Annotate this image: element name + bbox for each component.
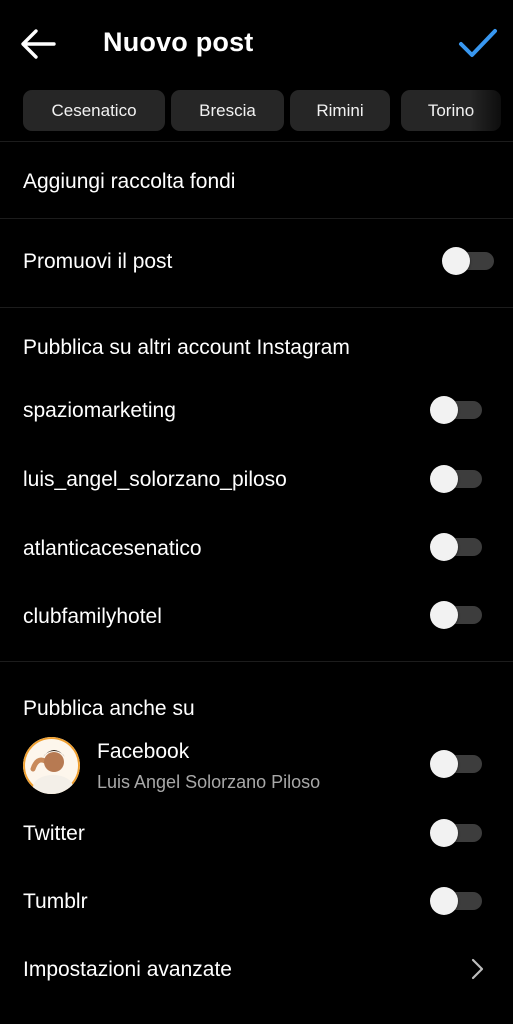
toggle-knob — [442, 247, 470, 275]
divider — [0, 661, 513, 662]
divider — [0, 218, 513, 219]
divider — [0, 307, 513, 308]
checkmark-icon — [459, 29, 497, 57]
new-post-screen: Nuovo post Cesenatico Brescia Rimini Tor… — [0, 0, 513, 1024]
other-accounts-heading: Pubblica su altri account Instagram — [23, 336, 350, 359]
account-toggle-clubfamilyhotel[interactable] — [430, 599, 482, 631]
account-toggle-atlanticacesenatico[interactable] — [430, 531, 482, 563]
account-label-clubfamilyhotel: clubfamilyhotel — [23, 605, 162, 628]
location-chip[interactable]: Cesenatico — [23, 90, 165, 131]
add-fundraiser-option[interactable]: Aggiungi raccolta fondi — [23, 170, 235, 194]
toggle-knob — [430, 396, 458, 424]
account-label-spaziomarketing: spaziomarketing — [23, 399, 176, 422]
promote-post-label: Promuovi il post — [23, 250, 173, 273]
facebook-account-name: Luis Angel Solorzano Piloso — [97, 772, 321, 792]
advanced-settings-option[interactable]: Impostazioni avanzate — [23, 958, 232, 982]
toggle-knob — [430, 465, 458, 493]
toggle-knob — [430, 750, 458, 778]
chevron-right-icon — [471, 958, 484, 980]
toggle-knob — [430, 533, 458, 561]
location-suggestions: Cesenatico Brescia Rimini Torino — [23, 90, 513, 132]
promote-post-toggle[interactable] — [442, 245, 494, 277]
twitter-label: Twitter — [23, 822, 85, 845]
top-bar: Nuovo post — [0, 0, 513, 88]
facebook-label: Facebook — [97, 740, 190, 763]
location-chip[interactable]: Brescia — [171, 90, 284, 131]
divider — [0, 141, 513, 142]
tumblr-toggle[interactable] — [430, 885, 482, 917]
toggle-knob — [430, 887, 458, 915]
account-toggle-luis[interactable] — [430, 463, 482, 495]
page-title: Nuovo post — [103, 27, 254, 57]
location-chip[interactable]: Rimini — [290, 90, 390, 131]
location-chip[interactable]: Torino — [401, 90, 501, 131]
tumblr-label: Tumblr — [23, 890, 88, 913]
share-confirm-button[interactable] — [455, 22, 501, 64]
account-label-luis: luis_angel_solorzano_piloso — [23, 468, 287, 491]
account-label-atlanticacesenatico: atlanticacesenatico — [23, 537, 202, 560]
toggle-knob — [430, 601, 458, 629]
twitter-toggle[interactable] — [430, 817, 482, 849]
avatar — [23, 737, 80, 794]
toggle-knob — [430, 819, 458, 847]
account-toggle-spaziomarketing[interactable] — [430, 394, 482, 426]
facebook-toggle[interactable] — [430, 748, 482, 780]
share-also-heading: Pubblica anche su — [23, 697, 195, 720]
back-button[interactable] — [18, 24, 62, 64]
advanced-settings-chevron[interactable] — [466, 956, 488, 982]
arrow-left-icon — [21, 29, 56, 59]
